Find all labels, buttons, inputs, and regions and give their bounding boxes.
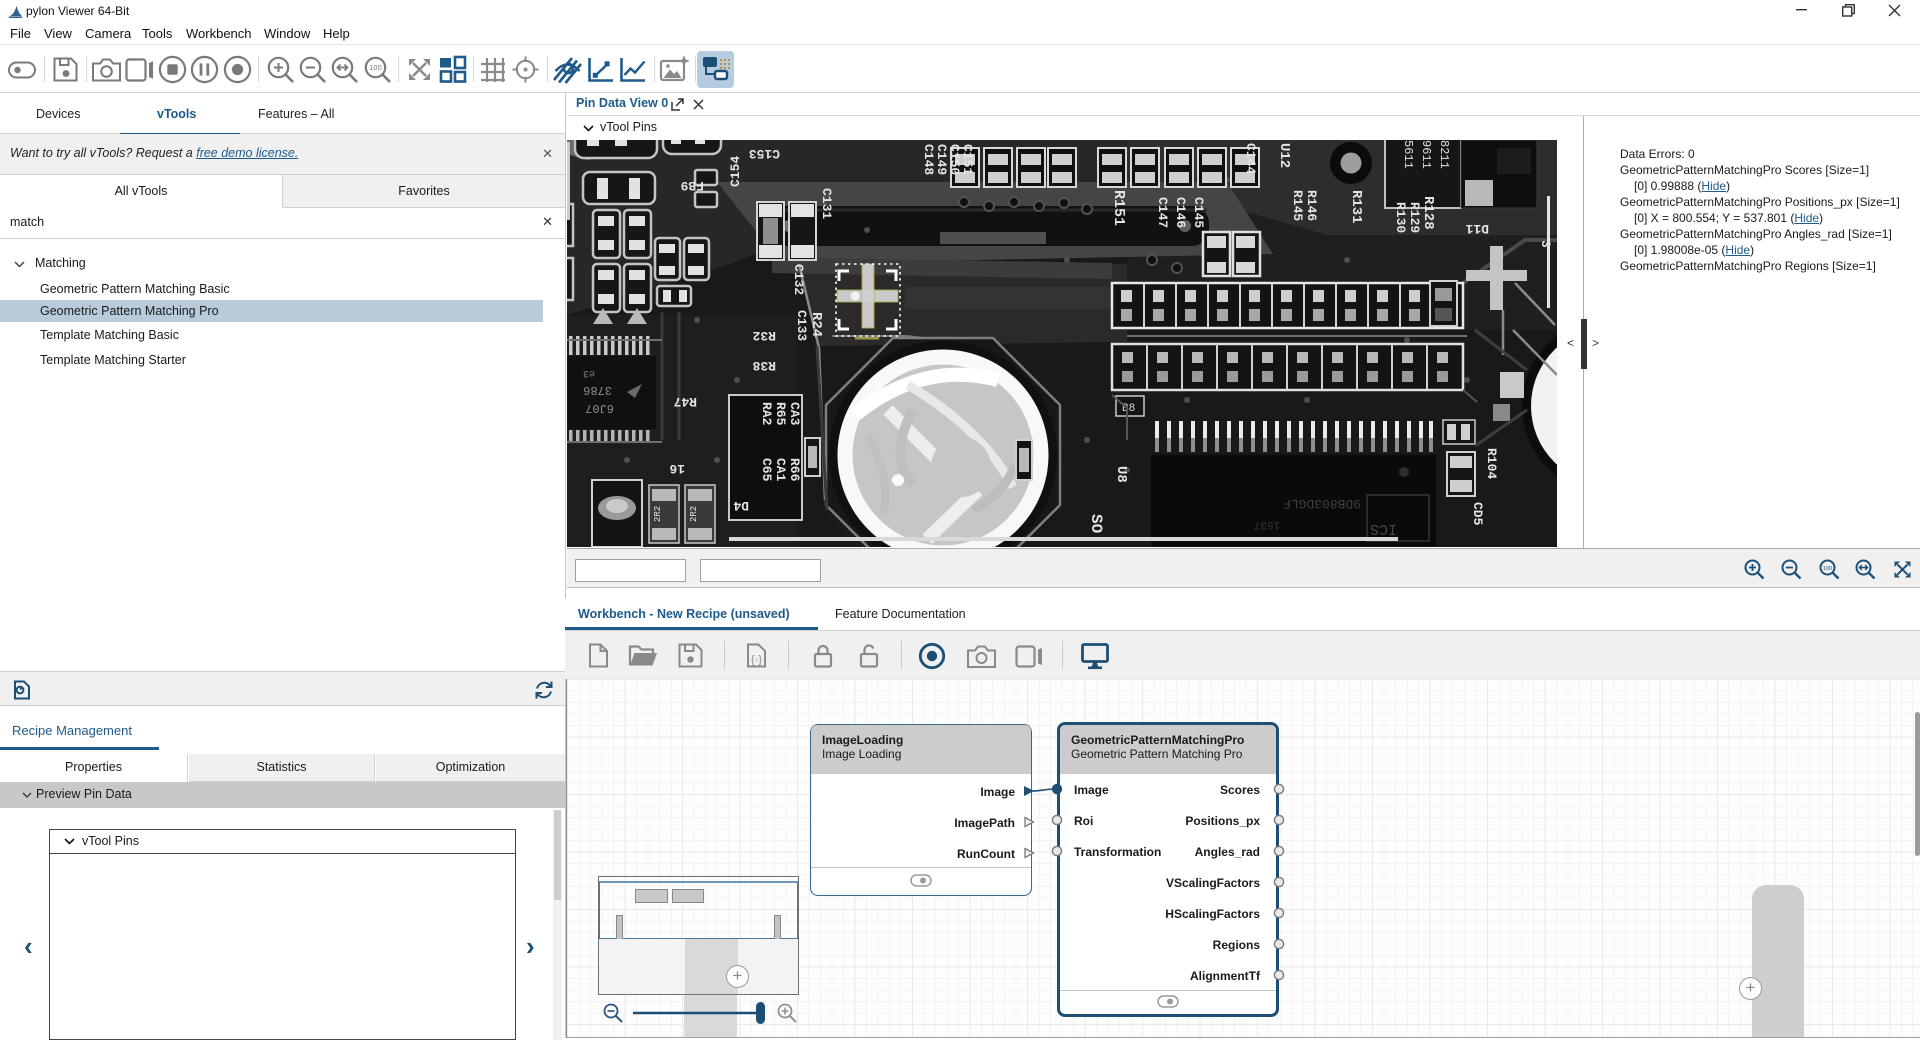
svg-text:RA2: RA2 xyxy=(759,402,774,426)
svg-text:R32: R32 xyxy=(752,328,776,343)
svg-text:6J07: 6J07 xyxy=(585,401,614,415)
svg-text:C146: C146 xyxy=(1173,197,1188,228)
svg-text:R38: R38 xyxy=(752,358,776,373)
svg-text:R131: R131 xyxy=(1348,190,1364,224)
svg-text:5611: 5611 xyxy=(1401,140,1415,169)
svg-text:8211: 8211 xyxy=(1437,140,1451,169)
svg-text:R104: R104 xyxy=(1484,448,1499,479)
svg-text:FB9: FB9 xyxy=(680,178,704,193)
svg-text:C153: C153 xyxy=(749,146,780,161)
svg-text:2R2: 2R2 xyxy=(689,506,699,522)
svg-text:R145: R145 xyxy=(1290,190,1305,221)
svg-text:C149: C149 xyxy=(934,144,949,175)
svg-text:R130: R130 xyxy=(1393,202,1408,233)
svg-text:1637: 1637 xyxy=(1254,518,1280,530)
svg-text:C150: C150 xyxy=(947,144,962,175)
svg-text:SO: SO xyxy=(1087,514,1105,534)
svg-text:R151: R151 xyxy=(1110,190,1127,226)
svg-text:D11: D11 xyxy=(1465,221,1489,236)
svg-text:100: 100 xyxy=(1823,566,1832,572)
svg-text:C131: C131 xyxy=(819,188,834,219)
svg-text:C154: C154 xyxy=(728,156,743,187)
svg-text:C65: C65 xyxy=(759,458,774,482)
svg-text:C145: C145 xyxy=(1191,197,1206,228)
svg-text:9611: 9611 xyxy=(1419,140,1433,169)
svg-text:9DB803DGLF: 9DB803DGLF xyxy=(1283,496,1361,511)
svg-text:C147: C147 xyxy=(1155,197,1170,228)
svg-text:2R2: 2R2 xyxy=(653,506,663,522)
svg-text:CD5: CD5 xyxy=(1470,502,1485,526)
svg-text:C148: C148 xyxy=(921,144,936,175)
svg-text:R47: R47 xyxy=(674,394,697,409)
svg-text:CA3: CA3 xyxy=(787,402,802,426)
svg-text:{·}: {·} xyxy=(751,654,762,666)
svg-text:R146: R146 xyxy=(1304,190,1319,221)
svg-text:R24: R24 xyxy=(808,312,824,337)
svg-text:C133: C133 xyxy=(794,310,809,341)
svg-text:R129: R129 xyxy=(1407,202,1422,233)
svg-text:100: 100 xyxy=(369,63,382,72)
svg-text:CA1: CA1 xyxy=(773,458,788,482)
svg-text:U12: U12 xyxy=(1276,143,1292,168)
svg-text:C151: C151 xyxy=(960,144,975,175)
svg-text:C144: C144 xyxy=(1243,143,1258,174)
svg-text:3786: 3786 xyxy=(583,383,612,397)
svg-text:ICS: ICS xyxy=(1370,520,1397,537)
svg-text:D4: D4 xyxy=(733,498,749,513)
svg-text:R66: R66 xyxy=(787,458,802,482)
svg-text:3: 3 xyxy=(1538,240,1553,248)
svg-text:C132: C132 xyxy=(791,264,806,295)
svg-text:R65: R65 xyxy=(773,402,788,426)
svg-text:R128: R128 xyxy=(1420,196,1436,230)
svg-text:U8: U8 xyxy=(1113,466,1129,483)
svg-text:16: 16 xyxy=(669,461,685,476)
svg-text:e3: e3 xyxy=(583,367,595,378)
